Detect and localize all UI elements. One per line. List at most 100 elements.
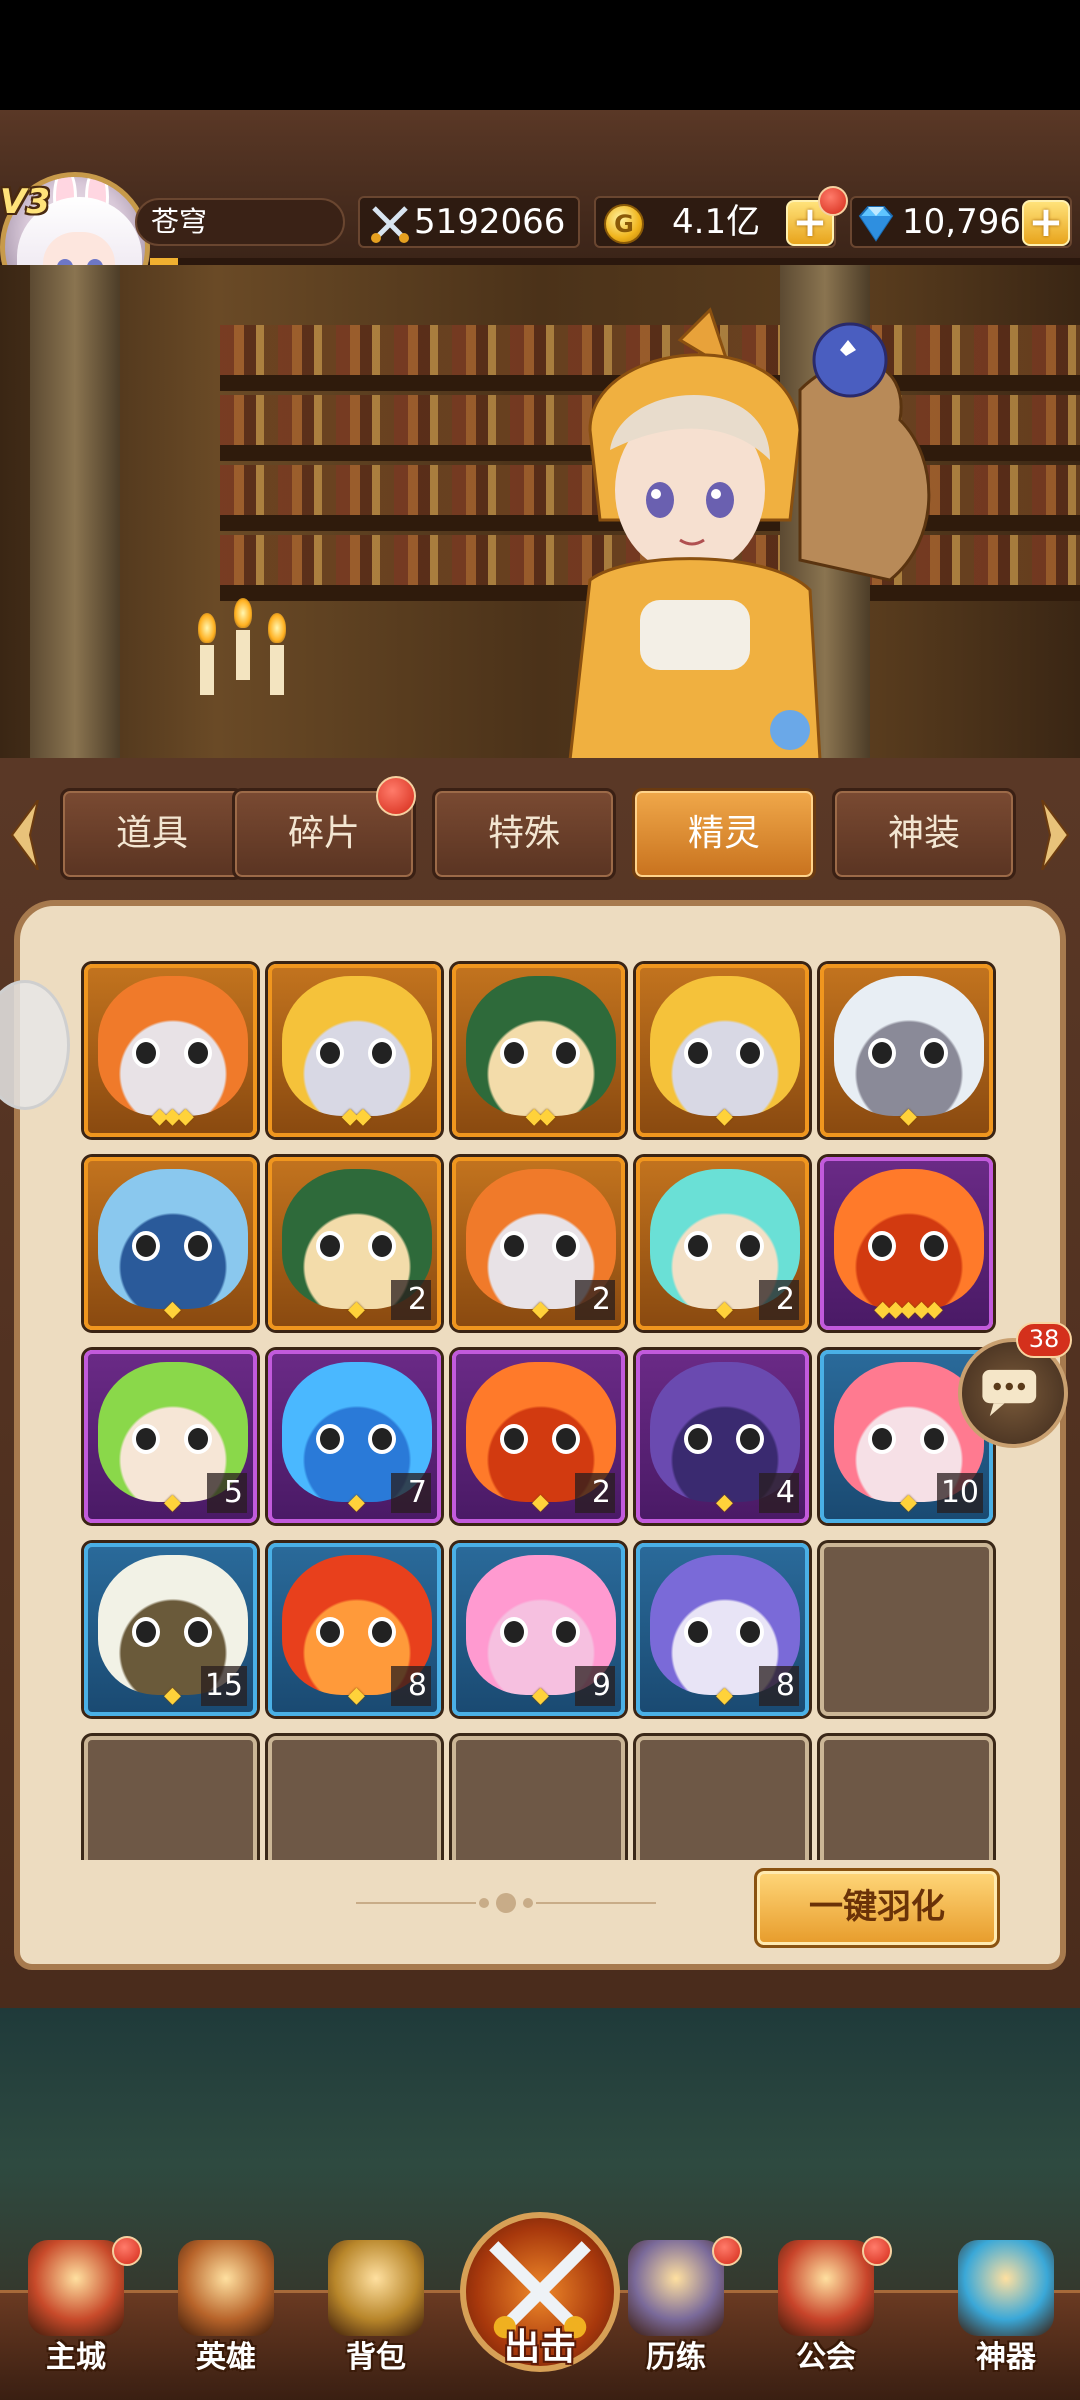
sprite-eye	[736, 1038, 764, 1068]
sprite-eye	[868, 1038, 896, 1068]
sprite-slot-golden-knight[interactable]: ◆◆	[268, 964, 441, 1137]
sprite-eye	[500, 1038, 528, 1068]
star-rank: ◆	[900, 1104, 917, 1129]
status-bar-area	[0, 0, 1080, 110]
sprite-slot-teal-knight[interactable]: ◆ 2	[636, 1157, 809, 1330]
sprite-slot-fire-spirit[interactable]: ◆ 2	[452, 1350, 625, 1523]
empty-slot	[268, 1736, 441, 1860]
empty-slot	[636, 1736, 809, 1860]
sprite-slot-purple-bunny[interactable]: ◆ 8	[636, 1543, 809, 1716]
combat-power: 5192066	[358, 196, 580, 248]
sprite-slot-water-dragon[interactable]: ◆ 7	[268, 1350, 441, 1523]
candle	[236, 630, 250, 680]
chat-unread-count: 38	[1016, 1322, 1072, 1358]
vip-level: V3	[0, 182, 50, 222]
sprite-slot-fire-spirit[interactable]: ◆◆◆◆◆	[820, 1157, 993, 1330]
crystal-icon	[958, 2240, 1054, 2336]
tab-1[interactable]: 道具	[60, 788, 244, 880]
castle-icon	[28, 2240, 124, 2336]
sprite-eye	[684, 1038, 712, 1068]
empty-slot	[452, 1736, 625, 1860]
tab-scroll-right-icon[interactable]	[1040, 800, 1070, 870]
sprite-eye	[132, 1424, 160, 1454]
nav-backpack[interactable]: 背包	[306, 2240, 446, 2400]
backpack-icon	[328, 2240, 424, 2336]
nav-hero[interactable]: 英雄	[156, 2240, 296, 2400]
candle-flame	[198, 613, 216, 643]
crossed-swords-icon	[371, 206, 409, 243]
sprite-eye	[132, 1038, 160, 1068]
sprite-slot-red-fire-bird[interactable]: ◆ 8	[268, 1543, 441, 1716]
sprite-eye	[552, 1617, 580, 1647]
star-rank: ◆◆◆	[151, 1104, 194, 1129]
fledge-all-button[interactable]: 一键羽化	[754, 1868, 1000, 1948]
sprite-eye	[316, 1617, 344, 1647]
nav-notification-badge	[862, 2236, 892, 2266]
gold-value: 4.1亿	[672, 202, 761, 242]
sprite-eye	[316, 1038, 344, 1068]
sprite-slot-pink-piglet[interactable]: ◆ 9	[452, 1543, 625, 1716]
tab-notification-badge	[376, 776, 416, 816]
nav-label: 历练	[646, 2340, 706, 2375]
sprite-slot-ice-dragon[interactable]: ◆	[84, 1157, 257, 1330]
player-name[interactable]: 苍穹	[135, 198, 345, 246]
sprite-eye	[368, 1424, 396, 1454]
fire-fox-helmet-icon	[98, 976, 248, 1116]
tab-scroll-left-icon[interactable]	[10, 800, 40, 870]
sprite-eye	[132, 1231, 160, 1261]
empty-slot	[820, 1543, 993, 1716]
sprite-eye	[552, 1424, 580, 1454]
star-rank: ◆	[716, 1104, 733, 1129]
sprite-eye	[684, 1424, 712, 1454]
nav-castle[interactable]: 主城	[6, 2236, 146, 2400]
sprite-eye	[500, 1231, 528, 1261]
item-count: 8	[759, 1666, 799, 1706]
tab-5[interactable]: 神装	[832, 788, 1016, 880]
star-rank: ◆◆	[525, 1104, 556, 1129]
candle-flame	[268, 613, 286, 643]
add-gems-button[interactable]: +	[1022, 200, 1070, 246]
candle	[270, 645, 284, 695]
sprite-eye	[920, 1038, 948, 1068]
nav-notification-badge	[712, 2236, 742, 2266]
sprite-eye	[552, 1038, 580, 1068]
sprite-slot-leaf-sprite[interactable]: ◆ 5	[84, 1350, 257, 1523]
diamond-icon	[858, 206, 894, 242]
combat-power-value: 5192066	[414, 202, 566, 242]
nav-crystal[interactable]: 神器	[936, 2240, 1076, 2400]
fox-girl-hero-art	[568, 307, 931, 760]
nav-tower[interactable]: 历练	[606, 2236, 746, 2400]
sprite-slot-shadow-bat[interactable]: ◆ 4	[636, 1350, 809, 1523]
green-hat-cat-icon	[466, 976, 616, 1116]
star-rank: ◆	[164, 1297, 181, 1322]
sprite-eye	[368, 1617, 396, 1647]
nav-label: 背包	[346, 2340, 406, 2375]
sprite-slot-snow-yeti[interactable]: ◆	[820, 964, 993, 1137]
empty-slot	[84, 1736, 257, 1860]
sprite-eye	[920, 1231, 948, 1261]
tab-3[interactable]: 特殊	[432, 788, 616, 880]
item-count: 2	[391, 1280, 431, 1320]
sprite-slot-green-hat-cat[interactable]: ◆ 2	[268, 1157, 441, 1330]
sprite-eye	[184, 1617, 212, 1647]
sprite-eye	[736, 1424, 764, 1454]
gem-value: 10,796	[902, 202, 1021, 242]
sprite-eye	[368, 1038, 396, 1068]
sprite-slot-green-hat-cat[interactable]: ◆◆	[452, 964, 625, 1137]
sprite-slot-fire-fox-helmet[interactable]: ◆◆◆	[84, 964, 257, 1137]
sprite-eye	[184, 1424, 212, 1454]
star-rank: ◆◆◆◆◆	[874, 1297, 943, 1322]
sprite-eye	[500, 1617, 528, 1647]
sprite-slot-golden-knight[interactable]: ◆	[636, 964, 809, 1137]
sprite-slot-sprout-panda[interactable]: ◆ 15	[84, 1543, 257, 1716]
nav-label: 神器	[976, 2340, 1036, 2375]
sprite-slot-fire-fox-helmet[interactable]: ◆ 2	[452, 1157, 625, 1330]
tab-4[interactable]: 精灵	[632, 788, 816, 880]
sprite-eye	[868, 1231, 896, 1261]
hero-icon	[178, 2240, 274, 2336]
nav-guild-shield[interactable]: 公会	[756, 2236, 896, 2400]
gold-notification-badge	[818, 186, 848, 216]
fire-spirit-icon	[834, 1169, 984, 1309]
sprite-eye	[316, 1424, 344, 1454]
sprite-inventory-grid: ◆◆◆ ◆◆ ◆◆ ◆ ◆ ◆ ◆ 2 ◆ 2 ◆ 2 ◆◆◆◆◆ ◆ 5 ◆ 7 ◆ 2 ◆ 4 ◆ 10 ◆ 15 ◆ 8 ◆ 9 ◆…	[80, 960, 1000, 1860]
